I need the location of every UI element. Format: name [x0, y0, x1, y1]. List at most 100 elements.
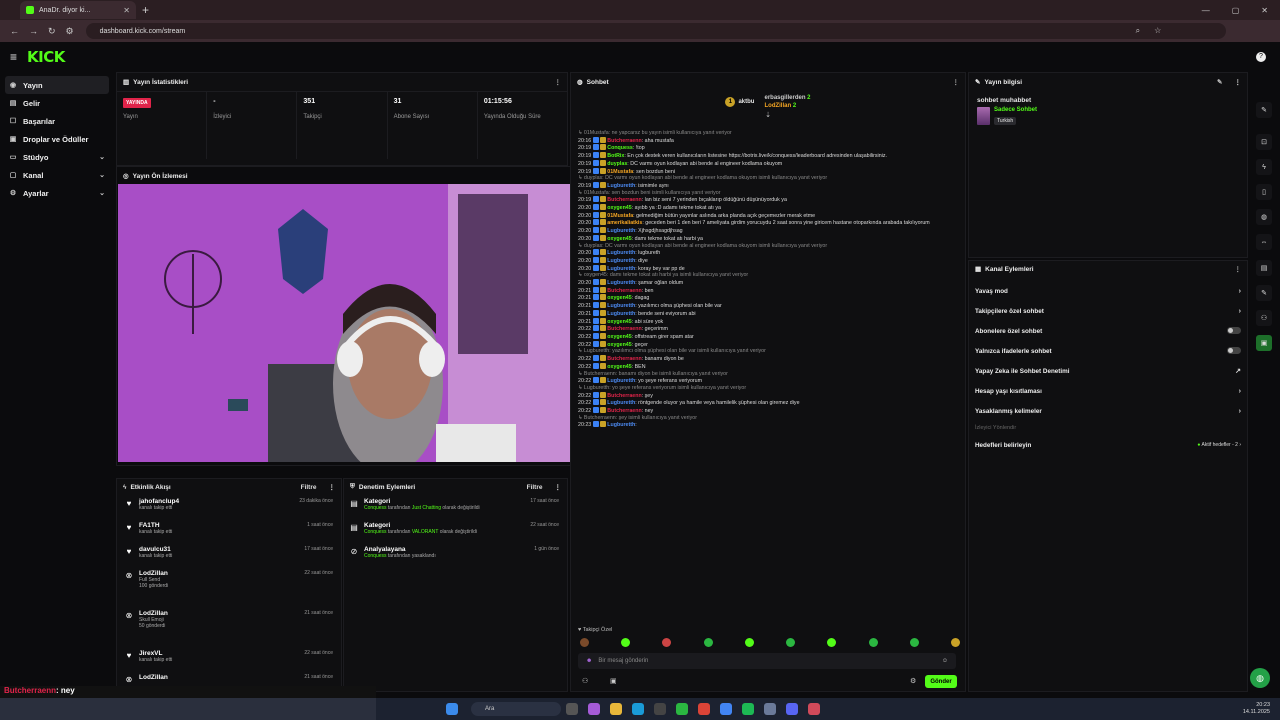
chrome-profile-icon[interactable]: [720, 703, 732, 715]
chat-username[interactable]: Butcherraenn: [607, 356, 641, 362]
chat-username[interactable]: Butcherraenn: [607, 326, 641, 332]
leaderboard-user[interactable]: erbasgillerden: [764, 95, 805, 101]
chat-username[interactable]: amerikaliatkis: [607, 220, 642, 226]
action-subscribers-only[interactable]: Abonelere özel sohbet: [969, 321, 1247, 341]
chat-username[interactable]: oxygen45: [607, 319, 631, 325]
chat-username[interactable]: Conquess: [607, 145, 633, 151]
activity-user[interactable]: FA1TH: [139, 522, 172, 529]
page-tool-icon[interactable]: ▯: [1256, 184, 1272, 200]
leaderboard-user[interactable]: aktbu: [738, 99, 754, 105]
settings-icon[interactable]: [764, 703, 776, 715]
chat-username[interactable]: 01Mustafa: [607, 213, 633, 219]
action-account-age[interactable]: Hesap yaşı kısıtlaması ›: [969, 381, 1247, 401]
chat-username[interactable]: Lugburetth: [607, 228, 635, 234]
emote-picker-icon[interactable]: ☻: [586, 658, 592, 664]
zoom-icon[interactable]: ⌕: [1136, 26, 1140, 36]
discord-icon[interactable]: [786, 703, 798, 715]
chat-username[interactable]: oxygen45: [607, 342, 631, 348]
url-field[interactable]: dashboard.kick.com/stream: [85, 23, 1226, 39]
minimize-icon[interactable]: —: [1202, 6, 1210, 15]
activity-user[interactable]: LodZillan: [139, 610, 168, 617]
pin-icon[interactable]: ⇣: [571, 111, 965, 119]
bolt-tool-icon[interactable]: ϟ: [1256, 159, 1272, 175]
link-tool-icon[interactable]: ⇔: [1256, 234, 1272, 250]
emote-icon[interactable]: [662, 638, 672, 647]
emote-icon[interactable]: [621, 638, 631, 647]
close-window-icon[interactable]: ✕: [1261, 6, 1268, 15]
spotify-icon[interactable]: [742, 703, 754, 715]
emote-only-toggle[interactable]: [1227, 346, 1241, 354]
emote-icon[interactable]: [868, 638, 878, 647]
file-explorer-icon[interactable]: [610, 703, 622, 715]
leaderboard-user[interactable]: LodZillan: [764, 103, 791, 109]
chat-username[interactable]: Lugburetth: [607, 422, 635, 428]
activity-user[interactable]: JirexVL: [139, 650, 172, 657]
chat-username[interactable]: Lugburetth: [607, 266, 635, 272]
more-options-icon[interactable]: ⋮: [1235, 265, 1242, 273]
activity-user[interactable]: davulcu31: [139, 546, 172, 553]
sidebar-item-droplar[interactable]: ▣ Droplar ve Ödüller: [5, 130, 109, 148]
chat-username[interactable]: Lugburetth: [607, 280, 635, 286]
send-button[interactable]: Gönder: [925, 675, 957, 688]
browser-tab[interactable]: AnaDr. diyor ki... ✕: [20, 1, 136, 19]
more-options-icon[interactable]: ⋮: [329, 483, 336, 491]
sidebar-item-studyo[interactable]: ▭ Stüdyo ⌄: [5, 148, 109, 166]
chat-username[interactable]: Lugburetth: [607, 303, 635, 309]
activity-filter-button[interactable]: Filtre: [301, 484, 317, 491]
taskbar-search[interactable]: Ara: [471, 702, 561, 716]
sidebar-item-gelir[interactable]: ▤ Gelir: [5, 94, 109, 112]
chat-username[interactable]: oxygen45: [607, 236, 631, 242]
sidebar-item-kanal[interactable]: ▢ Kanal ⌄: [5, 166, 109, 184]
emote-icon[interactable]: [703, 638, 713, 647]
taskbar-clock[interactable]: 20:23 14.11.2025: [1243, 702, 1270, 716]
activity-user[interactable]: jahofanclup4: [139, 498, 179, 505]
chat-username[interactable]: Butcherraenn: [607, 138, 641, 144]
more-options-icon[interactable]: ⋮: [953, 78, 960, 86]
back-icon[interactable]: ←: [10, 26, 19, 36]
chat-username[interactable]: BotRix: [607, 153, 624, 159]
sidebar-item-ayarlar[interactable]: ⚙ Ayarlar ⌄: [5, 184, 109, 202]
chat-username[interactable]: oxygen45: [607, 364, 631, 370]
action-followers-only[interactable]: Takipçilere özel sohbet ›: [969, 301, 1247, 321]
chat-username[interactable]: Lugburetth: [607, 400, 635, 406]
quick-emote-icon[interactable]: ⚇: [582, 677, 588, 685]
wrench-tool-icon[interactable]: ✎: [1256, 285, 1272, 301]
gift-icon[interactable]: ▣: [610, 677, 617, 685]
more-options-icon[interactable]: ⋮: [555, 483, 562, 491]
edit-tool-icon[interactable]: ✎: [1256, 102, 1272, 118]
emote-icon[interactable]: [580, 638, 589, 647]
bookmark-star-icon[interactable]: ☆: [1154, 26, 1161, 36]
chat-username[interactable]: Butcherraenn: [607, 197, 641, 203]
whatsapp-icon[interactable]: [676, 703, 688, 715]
edit-icon[interactable]: ✎: [1217, 78, 1222, 86]
floating-chat-button[interactable]: ◍: [1250, 668, 1270, 688]
emote-icon[interactable]: [909, 638, 919, 647]
reload-icon[interactable]: ↻: [48, 26, 56, 37]
forward-icon[interactable]: →: [29, 26, 38, 36]
maximize-icon[interactable]: ▢: [1232, 6, 1240, 15]
chat-username[interactable]: oxygen45: [607, 295, 631, 301]
calculator-icon[interactable]: [654, 703, 666, 715]
sidebar-item-basarilar[interactable]: ☐ Başarılar: [5, 112, 109, 130]
action-ai-moderation[interactable]: Yapay Zeka ile Sohbet Denetimi ↗: [969, 361, 1247, 381]
close-tab-icon[interactable]: ✕: [123, 6, 130, 15]
task-view-icon[interactable]: [566, 703, 578, 715]
chat-username[interactable]: Lugburetth: [607, 311, 635, 317]
more-options-icon[interactable]: ⋮: [555, 78, 562, 86]
chrome-icon[interactable]: [698, 703, 710, 715]
crop-tool-icon[interactable]: ⊡: [1256, 134, 1272, 150]
stream-category[interactable]: Sadece Sohbet: [994, 107, 1037, 113]
subscribers-only-toggle[interactable]: [1227, 326, 1241, 334]
chat-username[interactable]: Butcherraenn: [607, 393, 641, 399]
emote-icon[interactable]: [827, 638, 837, 647]
action-banned-words[interactable]: Yasaklanmış kelimeler ›: [969, 401, 1247, 421]
chat-username[interactable]: 01Mustafa: [607, 169, 633, 175]
chat-username[interactable]: Butcherraenn: [607, 408, 641, 414]
sidebar-item-yayin[interactable]: ◉ Yayın: [5, 76, 109, 94]
action-set-goals[interactable]: Hedefleri belirleyin ● Aktif hedefler - 2…: [969, 435, 1247, 455]
chat-username[interactable]: Lugburetth: [607, 183, 635, 189]
action-emote-only[interactable]: Yalnızca ifadelerle sohbet: [969, 341, 1247, 361]
panel-tool-icon[interactable]: ▤: [1256, 260, 1272, 276]
site-info-icon[interactable]: ⚙: [66, 26, 74, 37]
chat-username[interactable]: Lugburetth: [607, 258, 635, 264]
